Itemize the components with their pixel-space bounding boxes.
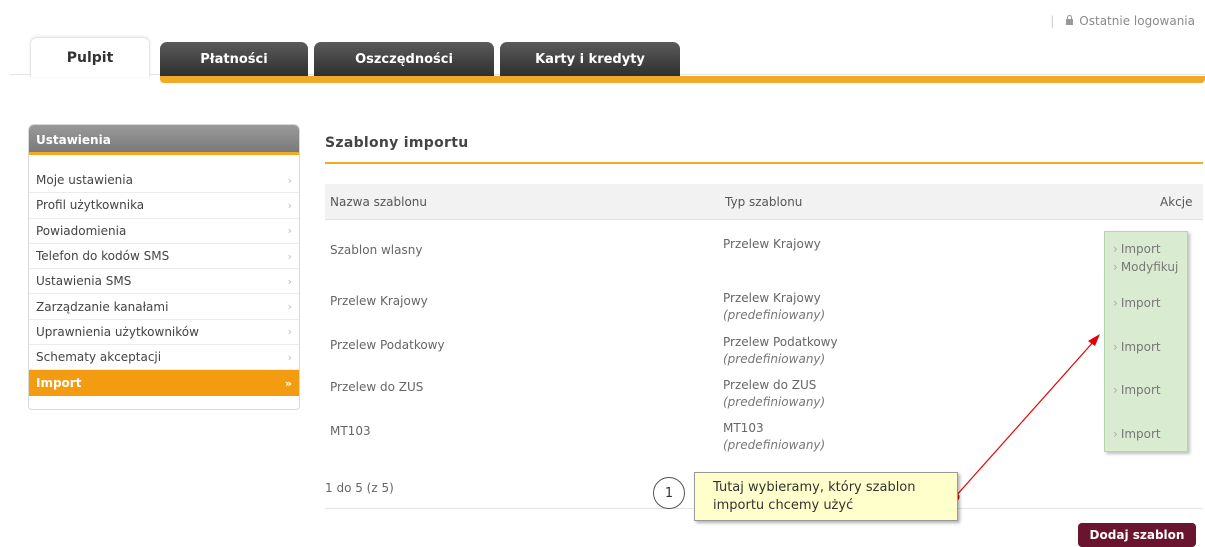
page-title: Szablony importu [325,135,469,151]
action-label: Import [1120,427,1161,441]
type-label: Przelew Podatkowy [723,335,838,349]
sidebar-item-label: Telefon do kodów SMS [36,249,170,264]
chevron-right-icon: › [287,224,292,238]
sidebar-item-label: Uprawnienia użytkowników [36,324,199,339]
sidebar-menu: Moje ustawienia › Profil użytkownika › Pow… [29,168,299,396]
row-1-name: Szablon wlasny [330,243,423,257]
callout-text-line-1: Tutaj wybieramy, który szablon [713,480,916,495]
type-label: MT103 [723,421,764,435]
action-label: Import [1120,340,1161,354]
action-label: Modyfikuj [1120,260,1179,274]
action-label: Import [1120,383,1161,397]
sidebar-item-label: Powiadomienia [36,223,127,238]
last-logins-link[interactable]: Ostatnie logowania [1079,14,1195,28]
import-link-row-3[interactable]: › Import [1113,340,1161,354]
sidebar-item-uprawnienia[interactable]: Uprawnienia użytkowników › [29,320,299,346]
modify-link-row-1[interactable]: › Modyfikuj [1113,260,1178,274]
predefined-note: (predefiniowany) [723,308,826,322]
lock-icon [1066,15,1074,25]
sidebar-item-label: Schematy akceptacji [36,350,162,365]
predefined-note: (predefiniowany) [723,352,826,366]
title-divider [325,162,1203,164]
chevron-right-icon: › [1113,242,1118,256]
table-header: Nazwa szablonu Typ szablonu Akcje [325,184,1203,220]
chevron-right-icon: › [287,249,292,263]
top-links: | Ostatnie logowania [1050,14,1195,28]
sidebar-item-schematy-akceptacji[interactable]: Schematy akceptacji › [29,345,299,371]
predefined-note: (predefiniowany) [723,438,826,452]
chevron-right-icon: › [1113,340,1118,354]
callout-note: Tutaj wybieramy, który szablon importu c… [694,472,958,521]
sidebar-item-label: Ustawienia SMS [36,274,132,289]
chevron-right-icon: › [287,300,292,314]
add-template-button[interactable]: Dodaj szablon [1078,523,1196,547]
import-link-row-1[interactable]: › Import [1113,242,1161,256]
settings-sidebar: Ustawienia Moje ustawienia › Profil użytk… [28,124,300,410]
chevron-right-icon: › [287,350,292,364]
row-2-type: Przelew Krajowy (predefiniowany) [723,291,825,322]
row-4-name: Przelew do ZUS [330,380,424,394]
row-4-type: Przelew do ZUS (predefiniowany) [723,378,825,409]
row-5-name: MT103 [330,424,371,438]
import-link-row-4[interactable]: › Import [1113,383,1161,397]
chevron-right-icon: › [287,325,292,339]
import-link-row-2[interactable]: › Import [1113,296,1161,310]
sidebar-item-profil-uzytkownika[interactable]: Profil użytkownika › [29,193,299,219]
double-chevron-right-icon: » [284,376,292,390]
chevron-right-icon: › [1113,296,1118,310]
action-label: Import [1120,242,1161,256]
sidebar-item-ustawienia-sms[interactable]: Ustawienia SMS › [29,269,299,295]
row-2-name: Przelew Krajowy [330,294,428,308]
tab-platnosci[interactable]: Płatności [160,42,308,76]
chevron-right-icon: › [287,274,292,288]
sidebar-item-telefon-sms[interactable]: Telefon do kodów SMS › [29,244,299,270]
sidebar-item-moje-ustawienia[interactable]: Moje ustawienia › [29,168,299,194]
chevron-right-icon: › [287,173,292,187]
row-3-type: Przelew Podatkowy (predefiniowany) [723,335,838,366]
tab-pulpit[interactable]: Pulpit [30,37,150,77]
tab-karty-i-kredyty[interactable]: Karty i kredyty [500,42,680,76]
chevron-right-icon: › [1113,383,1118,397]
main-tabs: Pulpit Płatności Oszczędności Karty i kr… [10,37,1205,83]
sidebar-item-import[interactable]: Import » [29,370,299,396]
sidebar-item-powiadomienia[interactable]: Powiadomienia › [29,219,299,244]
column-header-name: Nazwa szablonu [330,195,428,209]
column-header-type: Typ szablonu [725,195,803,209]
predefined-note: (predefiniowany) [723,395,826,409]
actions-panel: › Import › Modyfikuj › Import › Import › Impo… [1104,231,1188,452]
tab-accent-bar [160,76,1205,83]
row-5-type: MT103 (predefiniowany) [723,421,825,452]
sidebar-item-zarzadzanie-kanalami[interactable]: Zarządzanie kanałami › [29,294,299,320]
callout-number-badge: 1 [653,477,685,509]
sidebar-title: Ustawienia [29,125,299,155]
import-link-row-5[interactable]: › Import [1113,427,1161,441]
action-label: Import [1120,296,1161,310]
type-label: Przelew Krajowy [723,237,821,251]
callout-text-line-2: importu chcemy użyć [713,498,854,513]
type-label: Przelew do ZUS [723,378,817,392]
chevron-right-icon: › [1113,260,1118,274]
column-header-actions: Akcje [1160,195,1193,209]
sidebar-item-label: Profil użytkownika [36,198,145,213]
row-3-name: Przelew Podatkowy [330,338,445,352]
row-1-type: Przelew Krajowy [723,237,821,251]
divider: | [1050,14,1055,28]
tab-oszczednosci[interactable]: Oszczędności [314,42,494,76]
sidebar-item-label: Moje ustawienia [36,173,133,188]
sidebar-item-label: Import [36,376,82,391]
chevron-right-icon: › [287,198,292,212]
type-label: Przelew Krajowy [723,291,821,305]
sidebar-item-label: Zarządzanie kanałami [36,299,169,314]
pagination-info: 1 do 5 (z 5) [325,481,394,495]
chevron-right-icon: › [1113,427,1118,441]
